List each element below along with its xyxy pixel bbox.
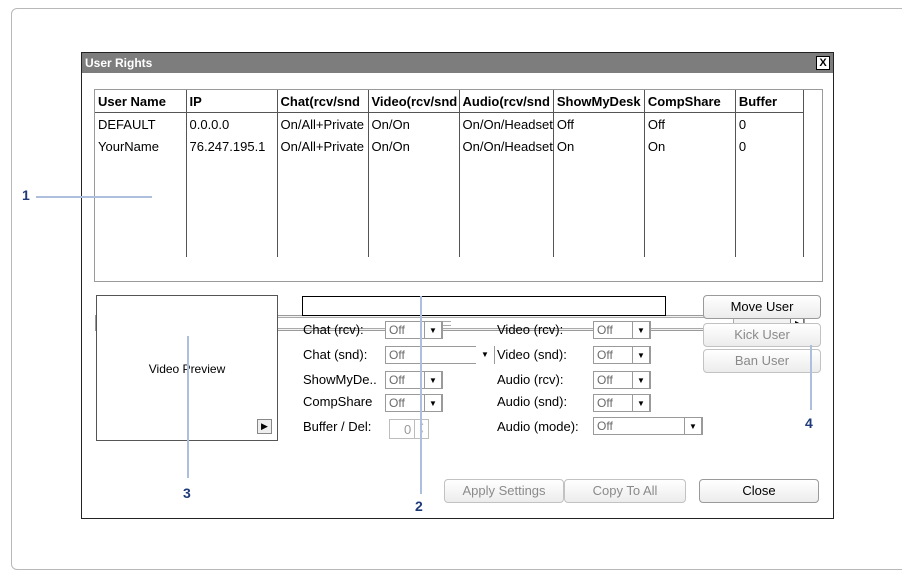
chevron-down-icon: ▼ xyxy=(632,371,650,389)
copy-to-all-button[interactable]: Copy To All xyxy=(564,479,686,503)
ban-user-button[interactable]: Ban User xyxy=(703,349,821,373)
callout-number-4: 4 xyxy=(805,415,813,431)
compshare-value: Off xyxy=(389,396,405,410)
play-icon[interactable]: ▶ xyxy=(257,419,272,434)
chevron-down-icon: ▼ xyxy=(632,346,650,364)
table-cell: 0 xyxy=(735,135,804,157)
callout-line-3 xyxy=(187,336,189,478)
user-name-field[interactable] xyxy=(302,296,666,316)
showmydesk-select[interactable]: Off ▼ xyxy=(385,371,443,389)
audio-rcv-value: Off xyxy=(597,373,613,387)
user-table: User Name IP Chat(rcv/snd Video(rcv/snd Audi… xyxy=(95,90,804,257)
video-snd-label: Video (snd): xyxy=(497,347,567,362)
chevron-down-icon: ▼ xyxy=(424,371,442,389)
table-cell: YourName xyxy=(95,135,187,157)
column-header[interactable]: Chat(rcv/snd xyxy=(277,90,369,113)
callout-number-2: 2 xyxy=(415,498,423,514)
video-rcv-value: Off xyxy=(597,323,613,337)
table-cell: Off xyxy=(553,112,645,135)
compshare-select[interactable]: Off ▼ xyxy=(385,394,443,412)
empty-cell xyxy=(459,157,554,257)
table-cell: On/All+Private xyxy=(277,135,369,157)
showmydesk-label: ShowMyDe.. xyxy=(303,372,377,387)
empty-cell xyxy=(553,157,645,257)
showmydesk-value: Off xyxy=(389,373,405,387)
move-user-button[interactable]: Move User xyxy=(703,295,821,319)
video-rcv-label: Video (rcv): xyxy=(497,322,564,337)
table-cell: On/On/Headset xyxy=(459,112,554,135)
close-icon[interactable]: X xyxy=(816,56,830,70)
callout-number-3: 3 xyxy=(183,485,191,501)
empty-cell xyxy=(644,157,736,257)
audio-rcv-label: Audio (rcv): xyxy=(497,372,564,387)
table-cell: On/On xyxy=(368,112,460,135)
user-grid: User Name IP Chat(rcv/snd Video(rcv/snd Audi… xyxy=(94,89,823,282)
chevron-down-icon: ▼ xyxy=(424,394,442,412)
kick-user-button[interactable]: Kick User xyxy=(703,323,821,347)
column-header[interactable]: Buffer xyxy=(735,90,804,113)
table-row[interactable]: YourName 76.247.195.1 On/All+Private On/On O… xyxy=(95,135,804,157)
video-rcv-select[interactable]: Off ▼ xyxy=(593,321,651,339)
column-header[interactable]: IP xyxy=(186,90,278,113)
callout-number-1: 1 xyxy=(22,187,30,203)
callout-line-4 xyxy=(810,345,812,410)
buffer-label: Buffer / Del: xyxy=(303,419,372,434)
callout-line-1 xyxy=(36,196,152,198)
audio-snd-value: Off xyxy=(597,396,613,410)
dialog-titlebar: User Rights X xyxy=(82,53,833,73)
chevron-down-icon: ▼ xyxy=(424,321,442,339)
chevron-down-icon: ▼ xyxy=(684,417,702,435)
callout-line-2 xyxy=(420,296,422,494)
table-row[interactable]: DEFAULT 0.0.0.0 On/All+Private On/On On/On/H… xyxy=(95,112,804,135)
table-cell: 0 xyxy=(735,112,804,135)
chat-rcv-label: Chat (rcv): xyxy=(303,322,364,337)
table-cell: On/On xyxy=(368,135,460,157)
table-cell: On/All+Private xyxy=(277,112,369,135)
dialog-title: User Rights xyxy=(85,56,153,70)
table-cell: On/On/Headset xyxy=(459,135,554,157)
table-cell: Off xyxy=(644,112,736,135)
chat-snd-value: Off xyxy=(389,348,405,362)
compshare-label: CompShare xyxy=(303,394,373,409)
user-rights-dialog: User Rights X User Name IP Chat(rcv/snd Vid… xyxy=(81,52,834,519)
close-button[interactable]: Close xyxy=(699,479,819,503)
audio-mode-select[interactable]: Off ▼ xyxy=(593,417,703,435)
chevron-down-icon: ▼ xyxy=(632,394,650,412)
chat-snd-select[interactable]: Off ▼ xyxy=(385,346,495,364)
table-cell: 76.247.195.1 xyxy=(186,135,278,157)
scroll-grip-icon xyxy=(443,321,451,326)
buffer-value: 0 xyxy=(404,422,412,437)
chat-snd-label: Chat (snd): xyxy=(303,347,368,362)
video-snd-select[interactable]: Off ▼ xyxy=(593,346,651,364)
empty-cell xyxy=(277,157,369,257)
chat-rcv-value: Off xyxy=(389,323,405,337)
apply-settings-button[interactable]: Apply Settings xyxy=(444,479,564,503)
audio-snd-label: Audio (snd): xyxy=(497,394,568,409)
video-snd-value: Off xyxy=(597,348,613,362)
empty-cell xyxy=(186,157,278,257)
empty-row-area xyxy=(95,157,804,257)
audio-mode-value: Off xyxy=(597,419,613,433)
column-header[interactable]: Video(rcv/snd xyxy=(368,90,460,113)
column-header[interactable]: Audio(rcv/snd xyxy=(459,90,554,113)
audio-snd-select[interactable]: Off ▼ xyxy=(593,394,651,412)
column-header[interactable]: CompShare xyxy=(644,90,736,113)
chat-rcv-select[interactable]: Off ▼ xyxy=(385,321,443,339)
empty-cell xyxy=(368,157,460,257)
table-cell: On xyxy=(553,135,645,157)
chevron-down-icon: ▼ xyxy=(476,346,494,364)
table-header-row: User Name IP Chat(rcv/snd Video(rcv/snd Audi… xyxy=(95,90,804,113)
empty-cell xyxy=(95,157,187,257)
table-cell: On xyxy=(644,135,736,157)
buffer-stepper[interactable]: 0 ▲▼ xyxy=(389,419,429,439)
column-header[interactable]: User Name xyxy=(95,90,187,113)
empty-cell xyxy=(735,157,804,257)
audio-rcv-select[interactable]: Off ▼ xyxy=(593,371,651,389)
chevron-down-icon: ▼ xyxy=(632,321,650,339)
audio-mode-label: Audio (mode): xyxy=(497,419,579,434)
table-cell: DEFAULT xyxy=(95,112,187,135)
table-cell: 0.0.0.0 xyxy=(186,112,278,135)
column-header[interactable]: ShowMyDesk xyxy=(553,90,645,113)
